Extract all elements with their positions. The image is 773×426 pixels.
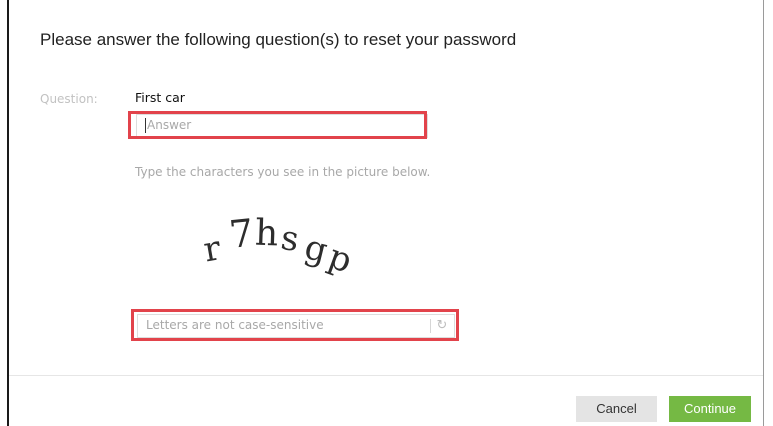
continue-button[interactable]: Continue [669,396,751,422]
cancel-button[interactable]: Cancel [576,396,657,422]
dialog-right-edge [763,0,764,426]
dialog-left-edge [7,0,9,426]
question-label: Question: [40,92,98,106]
dialog-heading: Please answer the following question(s) … [40,30,517,49]
captcha-instructions: Type the characters you see in the pictu… [135,165,431,179]
captcha-char-2: 7 [227,211,256,257]
question-value: First car [135,90,185,105]
captcha-char-1: r [201,228,225,270]
captcha-char-4: s [278,218,301,260]
answer-highlight-box [128,111,427,139]
captcha-image: r 7 h s g p [201,211,358,282]
footer-divider [9,375,763,376]
captcha-highlight-box [131,309,459,341]
captcha-char-3: h [254,213,279,255]
reset-password-dialog: Please answer the following question(s) … [0,0,773,426]
